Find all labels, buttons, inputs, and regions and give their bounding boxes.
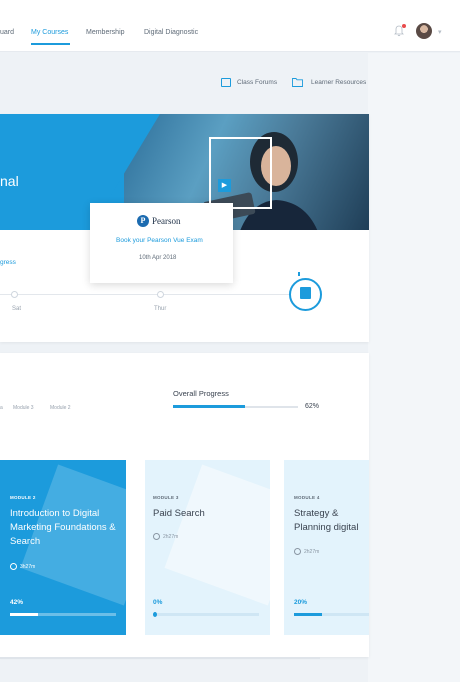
module-tab[interactable]: Module 2: [50, 405, 71, 411]
module-duration: 2h27m: [163, 534, 179, 540]
nav-item-membership[interactable]: Membership: [86, 29, 125, 36]
nav-item-digital-diagnostic[interactable]: Digital Diagnostic: [144, 29, 198, 36]
overall-progress-percent: 62%: [305, 403, 320, 410]
module-progress-fill: [10, 613, 38, 616]
timeline-label: Sat: [12, 306, 22, 312]
module-title: Paid Search: [153, 508, 205, 519]
book-exam-link[interactable]: Book your Pearson Vue Exam: [116, 237, 203, 244]
forum-icon: [221, 78, 231, 87]
timeline-dot: [157, 291, 164, 298]
overall-progress-fill: [173, 405, 245, 408]
timeline-marker: [298, 272, 300, 276]
module-progress-track: [153, 613, 259, 616]
timeline-track: [0, 294, 292, 295]
clock-icon: [10, 563, 17, 570]
document-icon: [300, 287, 311, 299]
pearson-brand: Pearson: [152, 216, 181, 226]
divider: [0, 657, 320, 659]
module-progress-fill: [294, 613, 322, 616]
module-card[interactable]: MODULE 4 Strategy & Planning digital 2h2…: [284, 460, 369, 635]
right-panel: [368, 53, 460, 682]
nav-active-underline: [31, 43, 70, 45]
clock-icon: [294, 548, 301, 555]
chevron-down-icon[interactable]: ▾: [438, 28, 442, 36]
timeline-label: Thur: [154, 306, 167, 312]
module-percent: 42%: [10, 599, 24, 606]
overall-progress-label: Overall Progress: [173, 389, 229, 398]
progress-label: gress: [0, 259, 16, 266]
module-percent: 20%: [294, 599, 308, 606]
nav-item-my-courses[interactable]: My Courses: [31, 29, 68, 36]
learner-resources-link[interactable]: Learner Resources: [311, 79, 366, 86]
folder-icon: [292, 78, 303, 87]
module-number: MODULE 4: [294, 495, 320, 500]
class-forums-link[interactable]: Class Forums: [237, 79, 277, 86]
exam-date: 10th Apr 2018: [139, 255, 177, 261]
module-number: MODULE 2: [10, 495, 36, 500]
pearson-logo-icon: P: [137, 215, 149, 227]
course-title: nal: [0, 173, 19, 189]
module-number: MODULE 3: [153, 495, 179, 500]
notification-dot: [402, 24, 406, 28]
module-progress-fill: [153, 612, 157, 617]
clock-icon: [153, 533, 160, 540]
module-card[interactable]: MODULE 3 Paid Search 2h27m 0%: [145, 460, 270, 635]
module-tab-indicator[interactable]: a: [0, 405, 3, 411]
nav-item-dashboard[interactable]: uard: [0, 29, 14, 36]
top-nav: uard My Courses Membership Digital Diagn…: [0, 0, 460, 52]
module-duration: 2h27m: [304, 549, 320, 555]
video-frame: [209, 137, 272, 209]
card-decoration: [164, 464, 270, 606]
module-card[interactable]: MODULE 2 Introduction to Digital Marketi…: [0, 460, 126, 635]
module-tab[interactable]: Module 3: [13, 405, 34, 411]
avatar[interactable]: [416, 23, 432, 39]
module-percent: 0%: [153, 599, 163, 606]
module-title-text: Strategy & Planning digital: [294, 508, 359, 533]
timeline-dot: [11, 291, 18, 298]
module-duration: 3h27m: [20, 564, 36, 570]
play-icon[interactable]: ▶: [218, 179, 231, 192]
module-title: Strategy & Planning digital: [294, 507, 369, 535]
module-title: Introduction to Digital Marketing Founda…: [10, 508, 116, 547]
